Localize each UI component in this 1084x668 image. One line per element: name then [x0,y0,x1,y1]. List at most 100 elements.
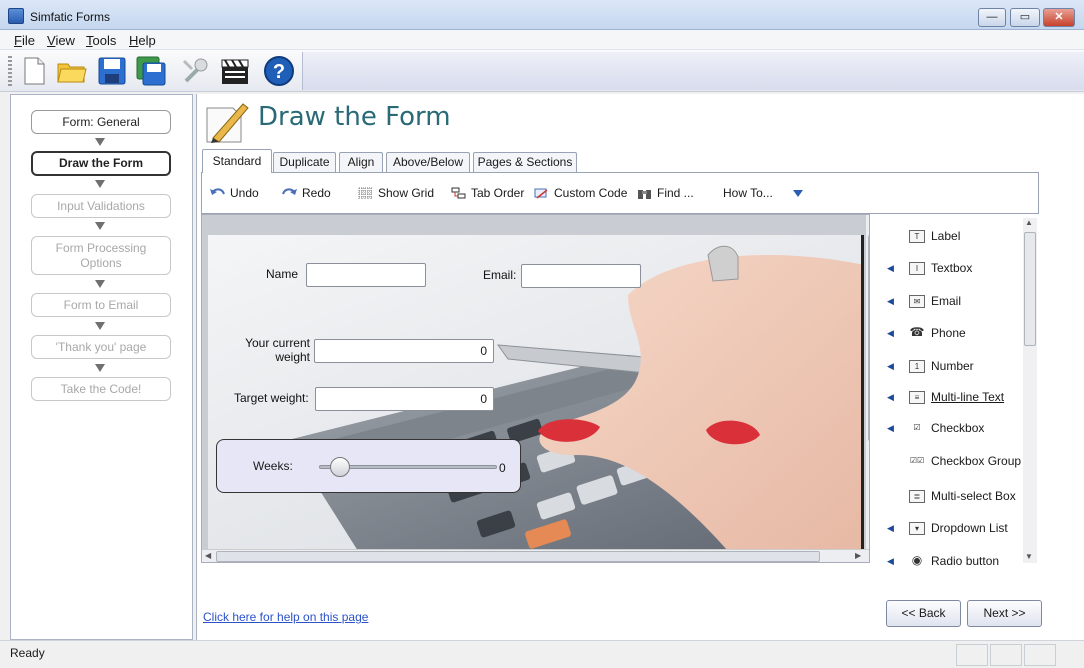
multiselect-box-icon: ≣ [909,489,925,503]
maximize-button[interactable]: ▭ [1010,8,1040,27]
binoculars-icon [638,189,651,199]
scroll-left-icon[interactable]: ◀ [205,551,211,560]
palette-item-multiselect-box[interactable]: ≣ Multi-select Box [885,487,1025,505]
wizard-step-draw-form[interactable]: Draw the Form [31,151,171,176]
down-arrow-icon [95,222,105,230]
menu-bar: File View Tools Help [0,30,1084,50]
close-button[interactable]: ✕ [1043,8,1075,27]
name-field[interactable] [306,263,426,287]
expand-arrow-icon[interactable]: ◀ [885,392,897,403]
undo-icon [210,187,225,195]
palette-item-checkbox[interactable]: ◀ ☑ Checkbox [885,419,1025,437]
palette-item-checkbox-group[interactable]: ☑☑ Checkbox Group [885,452,1025,470]
status-text: Ready [10,646,45,660]
weeks-slider-thumb[interactable] [330,457,351,477]
control-palette: T Label ◀ I Textbox ◀ ✉ Email ◀ ☎ Phone ◀ 1 Numbe… [885,214,1039,568]
scrollbar-thumb[interactable] [1024,232,1036,346]
tab-order-button[interactable]: Tab Order [451,186,524,200]
design-canvas[interactable]: Name Email: Your current weight 0 Target… [201,214,870,563]
wizard-step-thank-you[interactable]: 'Thank you' page [31,335,171,359]
settings-wrench-icon[interactable] [180,55,212,87]
wizard-step-form-to-email[interactable]: Form to Email [31,293,171,317]
back-button[interactable]: << Back [886,600,961,627]
custom-code-icon [534,188,548,199]
palette-item-textbox[interactable]: ◀ I Textbox [885,259,1025,277]
redo-icon [282,187,297,195]
scrollbar-thumb[interactable] [868,235,869,441]
down-arrow-icon [95,280,105,288]
current-weight-field[interactable]: 0 [314,339,494,363]
palette-item-number[interactable]: ◀ 1 Number [885,357,1025,375]
new-file-icon[interactable] [18,55,50,87]
palette-item-multiline-text[interactable]: ◀ ≡ Multi-line Text [885,388,1025,406]
save-icon[interactable] [96,55,128,87]
help-link[interactable]: Click here for help on this page [203,610,368,624]
wizard-step-form-general[interactable]: Form: General [31,110,171,134]
scroll-up-icon[interactable]: ▲ [1025,218,1033,227]
expand-arrow-icon[interactable]: ◀ [885,328,897,339]
wizard-step-take-code[interactable]: Take the Code! [31,377,171,401]
canvas-horizontal-scrollbar[interactable]: ◀ ▶ [202,549,869,562]
wizard-panel: Form: General Draw the Form Input Valida… [10,94,193,640]
title-bar: Simfatic Forms — ▭ ✕ [0,0,1084,30]
expand-arrow-icon[interactable]: ◀ [885,361,897,372]
target-weight-field[interactable]: 0 [315,387,494,411]
next-button[interactable]: Next >> [967,600,1042,627]
phone-icon: ☎ [909,324,925,339]
show-grid-button[interactable]: Show Grid [358,186,434,200]
expand-arrow-icon[interactable]: ◀ [885,523,897,534]
checkbox-icon: ☑ [913,422,921,432]
chevron-down-icon [792,190,803,197]
app-icon [8,8,24,24]
open-folder-icon[interactable] [56,55,88,87]
palette-item-email[interactable]: ◀ ✉ Email [885,292,1025,310]
wizard-step-form-processing[interactable]: Form Processing Options [31,236,171,275]
number-icon: 1 [909,359,925,373]
canvas-vertical-scrollbar[interactable] [866,215,869,549]
toolbar-empty-area [302,52,1084,90]
menu-tools[interactable]: Tools [86,33,116,48]
expand-arrow-icon[interactable]: ◀ [885,263,897,274]
how-to-menu[interactable]: How To... [723,186,804,200]
expand-arrow-icon[interactable]: ◀ [885,556,897,567]
palette-scrollbar[interactable]: ▲ ▼ [1023,218,1037,563]
down-arrow-icon [95,138,105,146]
minimize-button[interactable]: — [978,8,1006,27]
redo-button[interactable]: Redo [282,186,331,200]
scrollbar-thumb[interactable] [216,551,820,562]
undo-button[interactable]: Undo [210,186,259,200]
tab-standard[interactable]: Standard [202,149,272,173]
email-field[interactable] [521,264,641,288]
label-icon: T [909,229,925,243]
menu-view[interactable]: View [47,33,75,48]
tab-pages-sections[interactable]: Pages & Sections [473,152,577,172]
toolbar: ? [0,50,1084,92]
multiline-text-icon: ≡ [909,390,925,404]
expand-arrow-icon[interactable]: ◀ [885,296,897,307]
save-all-icon[interactable] [135,55,167,87]
down-arrow-icon [95,364,105,372]
palette-item-phone[interactable]: ◀ ☎ Phone [885,324,1025,342]
expand-arrow-icon[interactable]: ◀ [885,423,897,434]
clapperboard-icon[interactable] [219,55,251,87]
tab-above-below[interactable]: Above/Below [386,152,470,172]
command-bar: Undo Redo Show Grid Tab Order Custom Cod… [201,172,1039,214]
scroll-down-icon[interactable]: ▼ [1025,552,1033,561]
tab-align[interactable]: Align [339,152,383,172]
palette-item-label[interactable]: T Label [885,227,1025,245]
tab-order-icon [451,187,466,198]
palette-item-dropdown-list[interactable]: ◀ ▾ Dropdown List [885,519,1025,537]
scroll-right-icon[interactable]: ▶ [855,551,861,560]
menu-file[interactable]: File [14,33,35,48]
palette-item-radio-button[interactable]: ◀ ◉ Radio button [885,552,1025,570]
wizard-step-input-validations[interactable]: Input Validations [31,194,171,218]
find-button[interactable]: Find ... [637,186,694,200]
weeks-label: Weeks: [253,459,293,473]
tab-duplicate[interactable]: Duplicate [273,152,336,172]
weeks-slider-group: Weeks: 0 [216,439,521,493]
current-weight-label: Your current weight [245,336,310,364]
custom-code-button[interactable]: Custom Code [534,186,627,200]
status-panel [1024,644,1056,666]
help-icon[interactable]: ? [263,55,295,87]
menu-help[interactable]: Help [129,33,156,48]
